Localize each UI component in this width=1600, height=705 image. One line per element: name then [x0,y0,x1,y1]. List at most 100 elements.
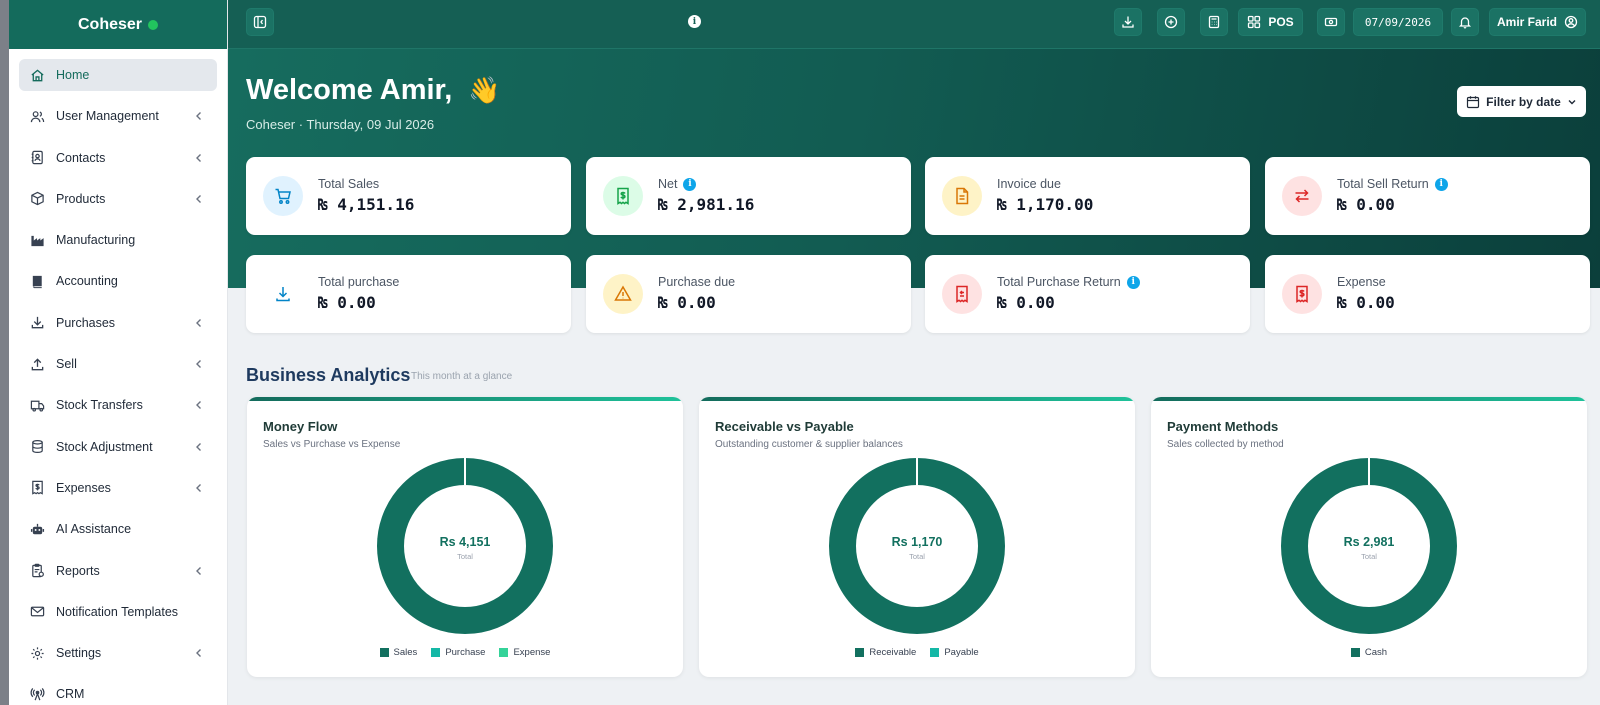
stat-label: Total Sales [318,177,379,191]
analytics-title: Business Analytics [246,365,411,385]
stat-label-text: Total Sales [318,177,380,191]
sidebar-item-contacts[interactable]: Contacts [19,142,217,174]
sidebar-item-label: Settings [56,646,102,661]
chevron-left-icon [196,401,201,410]
sidebar-item-expenses[interactable]: Expenses [19,472,217,504]
donut-chart[interactable]: Rs 4,151 Total [377,458,553,634]
legend-item[interactable]: Cash [1350,647,1388,658]
sidebar-item-home[interactable]: Home [19,59,217,91]
sidebar: Coheser Home User Management Contacts Pr… [9,0,228,705]
stat-value: ₨ 1,170.00 [997,195,1094,214]
legend-item[interactable]: Expense [499,647,550,658]
sidebar-item-notification-templates[interactable]: Notification Templates [19,596,217,628]
chevron-left-icon [196,318,201,327]
info-icon[interactable]: i [688,15,701,28]
panel-title: Money Flow [263,419,338,434]
sidebar-item-accounting[interactable]: Accounting [19,265,217,297]
sidebar-item-user-management[interactable]: User Management [19,100,217,132]
stat-label-text: Total purchase [318,275,400,289]
cash-register-button[interactable] [1317,8,1345,36]
chevron-left-icon [196,442,201,451]
legend-item[interactable]: Purchase [431,647,485,658]
sidebar-item-label: Stock Adjustment [56,439,153,454]
sidebar-item-ai-assistance[interactable]: AI Assistance [19,513,217,545]
user-menu-button[interactable]: Amir Farid [1489,8,1586,36]
legend-swatch [930,648,940,657]
sidebar-item-crm[interactable]: CRM [19,678,217,705]
stat-card-invoice-due[interactable]: Invoice due ₨ 1,170.00 [925,157,1250,235]
stat-label: Purchase due [658,275,735,289]
stat-card-total-purchase[interactable]: Total purchase ₨ 0.00 [246,255,571,333]
download-button[interactable] [1114,8,1142,36]
donut-chart[interactable]: Rs 1,170 Total [829,458,1005,634]
sidebar-item-products[interactable]: Products [19,183,217,215]
sidebar-item-label: Sell [56,357,77,372]
calculator-button[interactable] [1200,8,1228,36]
sidebar-item-reports[interactable]: Reports [19,555,217,587]
panel-payment-methods: Payment Methods Sales collected by metho… [1151,397,1587,677]
stat-card-total-sell-return[interactable]: Total Sell Return i ₨ 0.00 [1265,157,1590,235]
chart-legend: Cash [1151,647,1587,658]
info-icon[interactable]: i [1126,275,1140,289]
stat-value: ₨ 0.00 [318,293,376,312]
donut-chart[interactable]: Rs 2,981 Total [1281,458,1457,634]
sidebar-item-label: User Management [56,109,159,124]
date-display[interactable]: 07/09/2026 [1353,8,1443,36]
chart-legend: Receivable Payable [699,647,1135,658]
sidebar-item-label: AI Assistance [56,522,132,537]
legend-label: Cash [1364,647,1388,658]
add-button[interactable] [1157,8,1185,36]
sidebar-item-stock-transfers[interactable]: Stock Transfers [19,389,217,421]
sidebar-item-settings[interactable]: Settings [19,637,217,669]
stat-label-text: Total Sell Return [1337,177,1429,191]
stat-value: ₨ 4,151.16 [318,195,415,214]
sidebar-item-purchases[interactable]: Purchases [19,307,217,339]
sidebar-item-stock-adjustment[interactable]: Stock Adjustment [19,431,217,463]
user-circle-icon [1564,15,1578,29]
filter-by-date-button[interactable]: Filter by date [1457,86,1586,117]
legend-item[interactable]: Sales [379,647,417,658]
users-icon [29,108,45,124]
stat-card-total-sales[interactable]: Total Sales ₨ 4,151.16 [246,157,571,235]
legend-item[interactable]: Receivable [855,647,916,658]
download-icon [263,274,303,314]
donut-center-label: Total [909,552,925,561]
gear-icon [29,645,45,661]
stat-value: ₨ 0.00 [658,293,716,312]
receipt-return-icon [942,274,982,314]
donut-center-value: Rs 2,981 [1344,535,1395,549]
factory-icon [29,232,45,248]
info-icon[interactable]: i [683,177,697,191]
info-icon[interactable]: i [1434,177,1448,191]
expense-receipt-icon [1282,274,1322,314]
sidebar-item-label: Expenses [56,480,111,495]
pos-label: POS [1268,15,1294,29]
sidebar-menu: Home User Management Contacts Products M… [9,49,227,705]
pos-button[interactable]: POS [1238,8,1303,36]
box-icon [29,191,45,207]
book-icon [29,273,45,289]
database-icon [29,439,45,455]
panel-accent-bar [247,397,683,401]
stat-label: Net i [658,177,697,191]
notifications-button[interactable] [1451,8,1479,36]
contacts-icon [29,150,45,166]
stat-card-net[interactable]: Net i ₨ 2,981.16 [586,157,911,235]
clipboard-icon [29,563,45,579]
stat-card-purchase-due[interactable]: Purchase due ₨ 0.00 [586,255,911,333]
filter-label: Filter by date [1486,94,1561,109]
status-dot-icon [148,19,159,30]
toggle-sidebar-button[interactable] [246,8,274,36]
legend-item[interactable]: Payable [930,647,979,658]
stat-card-expense[interactable]: Expense ₨ 0.00 [1265,255,1590,333]
chart-legend: Sales Purchase Expense [247,647,683,658]
window-edge [0,0,9,705]
panel-money-flow: Money Flow Sales vs Purchase vs Expense … [247,397,683,677]
sidebar-item-sell[interactable]: Sell [19,348,217,380]
calculator-icon [1208,15,1220,29]
sidebar-item-manufacturing[interactable]: Manufacturing [19,224,217,256]
stat-label: Total Sell Return i [1337,177,1448,191]
chevron-left-icon [196,194,201,203]
brand[interactable]: Coheser [9,0,227,49]
stat-card-total-purchase-return[interactable]: Total Purchase Return i ₨ 0.00 [925,255,1250,333]
